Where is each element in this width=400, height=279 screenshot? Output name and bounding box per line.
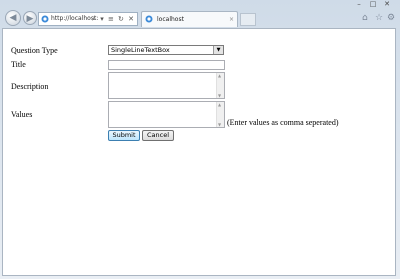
- back-button[interactable]: ◀: [5, 10, 21, 26]
- tab-close-icon[interactable]: ×: [229, 12, 234, 27]
- values-scrollbar[interactable]: ▲ ▼: [216, 102, 224, 127]
- cancel-button[interactable]: Cancel: [142, 130, 174, 141]
- values-textarea[interactable]: ▲ ▼: [108, 101, 225, 128]
- forward-button[interactable]: ▶: [23, 11, 37, 25]
- close-window-button[interactable]: ✕: [380, 0, 394, 8]
- submit-button[interactable]: Submit: [108, 130, 140, 141]
- description-label: Description: [11, 82, 49, 91]
- home-icon[interactable]: ⌂: [362, 13, 368, 23]
- browser-toolbar: ◀ ▶ http://localhost: ⌕ ▾ ≡ ↻ ✕ localhos…: [0, 0, 400, 30]
- title-input[interactable]: [108, 60, 225, 70]
- scroll-up-icon[interactable]: ▲: [218, 73, 221, 78]
- page-content: Question Type SingleLineTextBox ▼ Title …: [2, 28, 396, 276]
- scroll-down-icon[interactable]: ▼: [218, 93, 221, 98]
- maximize-button[interactable]: □: [366, 0, 380, 8]
- values-label: Values: [11, 110, 33, 119]
- question-type-label: Question Type: [11, 46, 58, 55]
- scroll-up-icon[interactable]: ▲: [218, 102, 221, 107]
- scroll-down-icon[interactable]: ▼: [218, 122, 221, 127]
- chevron-down-icon[interactable]: ▼: [213, 46, 223, 54]
- question-type-select[interactable]: SingleLineTextBox ▼: [108, 45, 224, 55]
- question-type-value: SingleLineTextBox: [111, 46, 170, 54]
- tab-title: localhost: [157, 16, 184, 23]
- favorites-star-icon[interactable]: ☆: [375, 13, 383, 23]
- address-tools-icons[interactable]: ⌕ ▾ ≡ ↻ ✕: [92, 13, 135, 25]
- title-label: Title: [11, 60, 26, 69]
- tab-page-icon: [145, 15, 153, 23]
- tab-localhost[interactable]: localhost ×: [141, 11, 238, 27]
- ie-page-icon: [41, 15, 49, 23]
- minimize-button[interactable]: –: [352, 0, 366, 8]
- gear-icon[interactable]: ⚙: [387, 13, 395, 23]
- description-textarea[interactable]: ▲ ▼: [108, 72, 225, 99]
- browser-window: ◀ ▶ http://localhost: ⌕ ▾ ≡ ↻ ✕ localhos…: [0, 0, 400, 279]
- address-bar[interactable]: http://localhost: ⌕ ▾ ≡ ↻ ✕: [38, 12, 138, 26]
- window-controls: – □ ✕: [352, 0, 394, 9]
- back-arrow-icon: ◀: [9, 13, 17, 23]
- forward-arrow-icon: ▶: [26, 14, 34, 24]
- description-scrollbar[interactable]: ▲ ▼: [216, 73, 224, 98]
- values-hint: (Enter values as comma seperated): [227, 118, 339, 127]
- new-tab-button[interactable]: [240, 13, 256, 26]
